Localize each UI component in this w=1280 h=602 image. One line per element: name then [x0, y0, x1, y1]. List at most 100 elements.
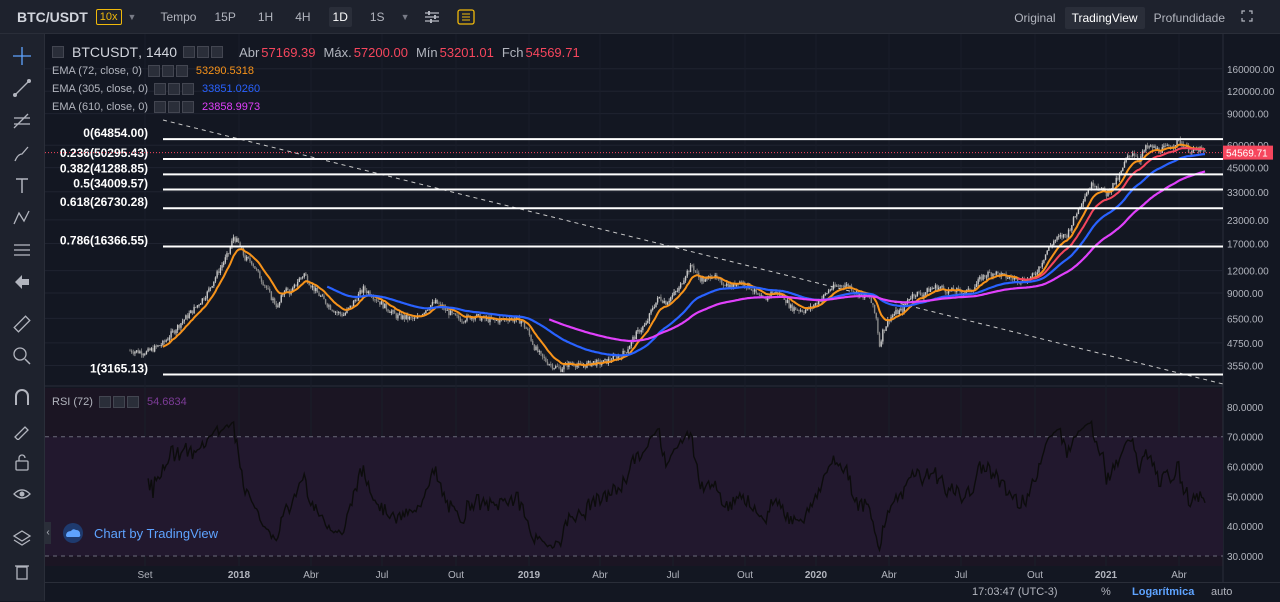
- candle-body: [219, 267, 222, 274]
- candle-body: [905, 303, 907, 305]
- view-original[interactable]: Original: [1007, 7, 1062, 29]
- timeframe-1d[interactable]: 1D: [328, 6, 352, 27]
- candle-body: [528, 329, 531, 336]
- candle-body: [315, 287, 317, 292]
- brush-icon[interactable]: [10, 142, 34, 166]
- candle-body: [1143, 150, 1145, 152]
- text-tool-icon[interactable]: [10, 174, 34, 198]
- candle-body: [339, 312, 342, 314]
- trend-line-icon[interactable]: [10, 76, 34, 100]
- candle-body: [142, 354, 144, 356]
- candle-body: [362, 286, 365, 293]
- magnet-icon[interactable]: [10, 386, 34, 410]
- candle-body: [199, 303, 202, 305]
- candle-body: [625, 352, 628, 354]
- candle-body: [372, 297, 374, 300]
- date-tick-label: Out: [448, 570, 464, 581]
- timeframe-1s[interactable]: 1S: [366, 7, 389, 27]
- candle-body: [875, 312, 877, 319]
- candle-body: [408, 316, 411, 320]
- candle-body: [1074, 216, 1076, 218]
- log-toggle[interactable]: Logarítmica: [1132, 586, 1194, 598]
- pattern-tool-icon[interactable]: [10, 206, 34, 230]
- candle-body: [548, 364, 550, 366]
- candle-body: [147, 348, 149, 352]
- legend-separator: ,: [138, 44, 146, 60]
- date-tick-label: Out: [1027, 570, 1043, 581]
- date-tick-label: 2021: [1095, 570, 1118, 581]
- candle-body: [555, 366, 557, 369]
- fullscreen-icon[interactable]: [1234, 6, 1260, 29]
- layers-icon[interactable]: [10, 526, 34, 550]
- candle-body: [668, 300, 670, 303]
- candle-body: [796, 310, 799, 311]
- price-tick-label: 160000.00: [1227, 65, 1275, 76]
- candle-body: [915, 295, 917, 297]
- view-depth[interactable]: Profundidade: [1147, 7, 1232, 29]
- rsi-label: RSI (72): [52, 396, 93, 408]
- percent-toggle[interactable]: %: [1101, 586, 1111, 598]
- zoom-icon[interactable]: [10, 344, 34, 368]
- candle-body: [130, 350, 133, 353]
- symbol-title[interactable]: BTC/USDT: [17, 9, 88, 25]
- prediction-tool-icon[interactable]: [10, 238, 34, 262]
- timeframe-15p[interactable]: 15P: [210, 7, 239, 27]
- candle-body: [359, 290, 361, 295]
- candle-body: [278, 302, 281, 306]
- fib-level-label: 0.618(26730.28): [60, 195, 148, 209]
- candle-body: [967, 288, 970, 290]
- eye-icon[interactable]: [10, 482, 34, 506]
- candle-body: [755, 289, 757, 294]
- candle-body: [400, 313, 402, 319]
- draw-mode-icon[interactable]: [10, 418, 34, 442]
- candle-body: [222, 262, 225, 266]
- candle-body: [752, 290, 754, 292]
- candle-body: [877, 318, 879, 334]
- candle-body: [934, 285, 937, 289]
- crosshair-icon[interactable]: [10, 44, 34, 68]
- indicator-settings-icon[interactable]: [421, 6, 443, 28]
- candle-body: [1067, 229, 1070, 238]
- candle-body: [319, 295, 322, 297]
- chevron-down-icon[interactable]: ▼: [128, 12, 137, 22]
- fib-tool-icon[interactable]: [10, 110, 34, 134]
- candle-body: [303, 273, 305, 277]
- candle-body: [650, 309, 652, 314]
- candle-body: [926, 288, 928, 293]
- indicators-icon[interactable]: [455, 6, 477, 28]
- candle-body: [545, 358, 547, 362]
- candle-body: [213, 281, 215, 287]
- auto-toggle[interactable]: auto: [1211, 586, 1232, 598]
- candle-body: [1151, 145, 1154, 148]
- candle-body: [587, 361, 590, 363]
- collapse-handle[interactable]: ‹: [45, 522, 51, 544]
- timeframe-tempo[interactable]: Tempo: [160, 10, 196, 24]
- candle-body: [1064, 234, 1066, 236]
- candle-body: [318, 292, 320, 297]
- candle-body: [153, 345, 156, 352]
- trash-icon[interactable]: [10, 559, 34, 583]
- candle-body: [165, 340, 167, 342]
- view-tradingview[interactable]: TradingView: [1064, 6, 1145, 29]
- candle-body: [799, 310, 802, 312]
- candle-body: [640, 330, 642, 333]
- candle-body: [211, 286, 213, 288]
- candle-body: [795, 307, 797, 311]
- ruler-icon[interactable]: [10, 312, 34, 336]
- lock-icon[interactable]: [10, 450, 34, 474]
- candle-body: [377, 300, 379, 302]
- candle-body: [144, 354, 146, 355]
- candle-body: [193, 306, 195, 314]
- candle-body: [627, 349, 629, 354]
- legend-symbol: BTCUSDT: [72, 44, 139, 60]
- tradingview-watermark[interactable]: Chart by TradingView: [60, 523, 218, 543]
- candle-body: [454, 313, 457, 316]
- price-chart[interactable]: 160000.00120000.0090000.0060000.0045000.…: [45, 34, 1280, 582]
- timeframe-more-icon[interactable]: ▼: [401, 12, 410, 22]
- timeframe-1h[interactable]: 1H: [254, 7, 277, 27]
- arrow-left-icon[interactable]: [10, 270, 34, 294]
- ema-72-value: 53290.5318: [195, 65, 254, 77]
- candle-body: [456, 315, 458, 317]
- candle-body: [924, 292, 927, 295]
- timeframe-4h[interactable]: 4H: [291, 7, 314, 27]
